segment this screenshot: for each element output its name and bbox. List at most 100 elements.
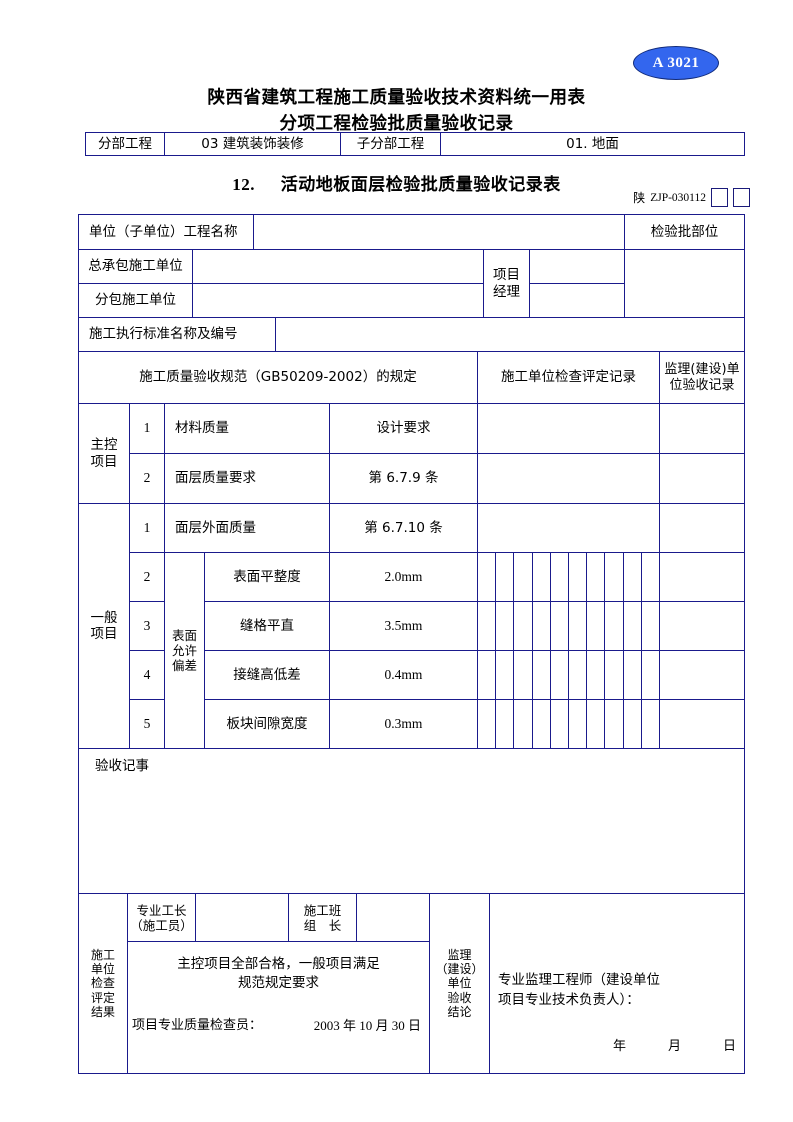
tally-cell-r2-c3[interactable] (514, 553, 533, 602)
project-name-value[interactable] (254, 214, 625, 250)
main-item-1-name: 材料质量 (165, 404, 330, 454)
team-leader-label-line2: 组 长 (303, 917, 342, 933)
general-item-3-supervisor-record[interactable] (660, 602, 745, 651)
tally-cell-r2-c10[interactable] (641, 553, 660, 602)
tally-cell-r4-c3[interactable] (514, 651, 533, 700)
sub-contractor-value[interactable] (193, 284, 484, 318)
tally-cell-r5-c4[interactable] (532, 700, 551, 749)
breadcrumb-part-label: 分部工程 (85, 132, 165, 156)
general-item-5-requirement: 0.3mm (330, 700, 478, 749)
spec-header: 施工质量验收规范（GB50209-2002）的规定 (78, 352, 478, 404)
tally-cell-r4-c10[interactable] (641, 651, 660, 700)
tally-cell-r2-c8[interactable] (605, 553, 624, 602)
general-item-5-supervisor-record[interactable] (660, 700, 745, 749)
supervisor-conclusion-cell[interactable]: 专业监理工程师（建设单位 项目专业技术负责人）： 年 月 日 (490, 894, 745, 1074)
main-item-1-contractor-record[interactable] (478, 404, 660, 454)
general-item-1-supervisor-record[interactable] (660, 504, 745, 553)
tally-cell-r4-c9[interactable] (623, 651, 642, 700)
general-item-1-requirement: 第 6.7.10 条 (330, 504, 478, 553)
tally-cell-r2-c4[interactable] (532, 553, 551, 602)
acceptance-notes-cell[interactable]: 验收记事 (78, 749, 745, 894)
page-title-text: 活动地板面层检验批质量验收记录表 (280, 175, 561, 195)
main-item-1-supervisor-record[interactable] (660, 404, 745, 454)
supervisor-conclusion-label-line4: 验收 (447, 990, 472, 1005)
team-leader-label: 施工班 组 长 (289, 894, 357, 942)
tally-cell-r3-c9[interactable] (623, 602, 642, 651)
main-item-2-contractor-record[interactable] (478, 454, 660, 504)
tally-cell-r5-c6[interactable] (569, 700, 588, 749)
tally-cell-r4-c4[interactable] (532, 651, 551, 700)
project-manager-label-line2: 经理 (493, 283, 520, 300)
tally-cell-r4-c8[interactable] (605, 651, 624, 700)
code-box-2[interactable] (733, 188, 750, 207)
tally-cell-r5-c7[interactable] (587, 700, 606, 749)
tally-cell-r5-c9[interactable] (623, 700, 642, 749)
tally-cell-r5-c1[interactable] (478, 700, 497, 749)
contractor-result-label-line5: 结果 (90, 1005, 115, 1020)
supervisor-conclusion-label-line1: 监理 (447, 947, 472, 962)
main-contractor-value[interactable] (193, 250, 484, 284)
team-leader-label-line1: 施工班 (303, 902, 342, 918)
tally-cell-r2-c1[interactable] (478, 553, 497, 602)
tally-cell-r3-c7[interactable] (587, 602, 606, 651)
supervisor-record-header-line2: 位验收记录 (669, 377, 735, 393)
general-items-label-line1: 一般 (90, 609, 118, 626)
form-code-value: ZJP-030112 (650, 191, 706, 204)
project-manager-value-2[interactable] (530, 284, 625, 318)
contractor-conclusion-cell[interactable]: 主控项目全部合格，一般项目满足 规范规定要求 项目专业质量检查员： 2003 年… (128, 942, 430, 1074)
tally-cell-r2-c7[interactable] (587, 553, 606, 602)
tally-cell-r2-c5[interactable] (550, 553, 569, 602)
main-contractor-label: 总承包施工单位 (78, 250, 193, 284)
tally-cell-r5-c10[interactable] (641, 700, 660, 749)
conclusion-line1: 主控项目全部合格，一般项目满足 (177, 956, 380, 972)
general-item-2-supervisor-record[interactable] (660, 553, 745, 602)
tally-cell-r5-c5[interactable] (550, 700, 569, 749)
batch-part-label: 检验批部位 (625, 214, 745, 250)
tally-cell-r4-c7[interactable] (587, 651, 606, 700)
project-name-label: 单位（子单位）工程名称 (78, 214, 254, 250)
tally-cell-r3-c4[interactable] (532, 602, 551, 651)
tally-cell-r5-c8[interactable] (605, 700, 624, 749)
tally-cell-r4-c2[interactable] (496, 651, 515, 700)
general-item-1-no: 1 (130, 504, 165, 553)
tally-cell-r3-c3[interactable] (514, 602, 533, 651)
tally-cell-r4-c1[interactable] (478, 651, 497, 700)
main-item-2-supervisor-record[interactable] (660, 454, 745, 504)
team-leader-value[interactable] (357, 894, 430, 942)
project-manager-value-1[interactable] (530, 250, 625, 284)
tally-cell-r4-c5[interactable] (550, 651, 569, 700)
sub-contractor-label: 分包施工单位 (78, 284, 193, 318)
standard-value[interactable] (276, 318, 745, 352)
tally-cell-r2-c9[interactable] (623, 553, 642, 602)
tally-cell-r3-c10[interactable] (641, 602, 660, 651)
general-item-3-no: 3 (130, 602, 165, 651)
code-box-1[interactable] (711, 188, 728, 207)
tally-cell-r3-c1[interactable] (478, 602, 497, 651)
main-item-2-name: 面层质量要求 (165, 454, 330, 504)
tally-cell-r5-c2[interactable] (496, 700, 515, 749)
tally-cell-r3-c2[interactable] (496, 602, 515, 651)
tally-cell-r5-c3[interactable] (514, 700, 533, 749)
tally-cell-r3-c5[interactable] (550, 602, 569, 651)
general-item-1-name: 面层外面质量 (165, 504, 330, 553)
tally-cell-r3-c6[interactable] (569, 602, 588, 651)
form-page: A 3021 陕西省建筑工程施工质量验收技术资料统一用表 分项工程检验批质量验收… (0, 0, 793, 1122)
supervisor-conclusion-label-line2: （建设） (435, 961, 484, 976)
surface-deviation-label-line1: 表面 (171, 628, 197, 643)
tally-cell-r4-c6[interactable] (569, 651, 588, 700)
breadcrumb-part-value[interactable]: 03 建筑装饰装修 (165, 132, 341, 156)
tally-cell-r2-c6[interactable] (569, 553, 588, 602)
form-code-line: 陕 ZJP-030112 (560, 188, 750, 207)
general-item-1-contractor-record[interactable] (478, 504, 660, 553)
batch-part-value[interactable] (625, 250, 745, 318)
general-item-4-supervisor-record[interactable] (660, 651, 745, 700)
form-code-badge: A 3021 (633, 46, 719, 80)
surface-deviation-label: 表面 允许 偏差 (165, 553, 205, 749)
foreman-value[interactable] (196, 894, 289, 942)
breadcrumb-subpart-value[interactable]: 01. 地面 (441, 132, 745, 156)
main-item-1-requirement: 设计要求 (330, 404, 478, 454)
tally-cell-r3-c8[interactable] (605, 602, 624, 651)
supervisor-conclusion-label-line3: 单位 (447, 976, 472, 991)
inspector-date[interactable]: 2003 年 10 月 30 日 (314, 1018, 421, 1034)
tally-cell-r2-c2[interactable] (496, 553, 515, 602)
